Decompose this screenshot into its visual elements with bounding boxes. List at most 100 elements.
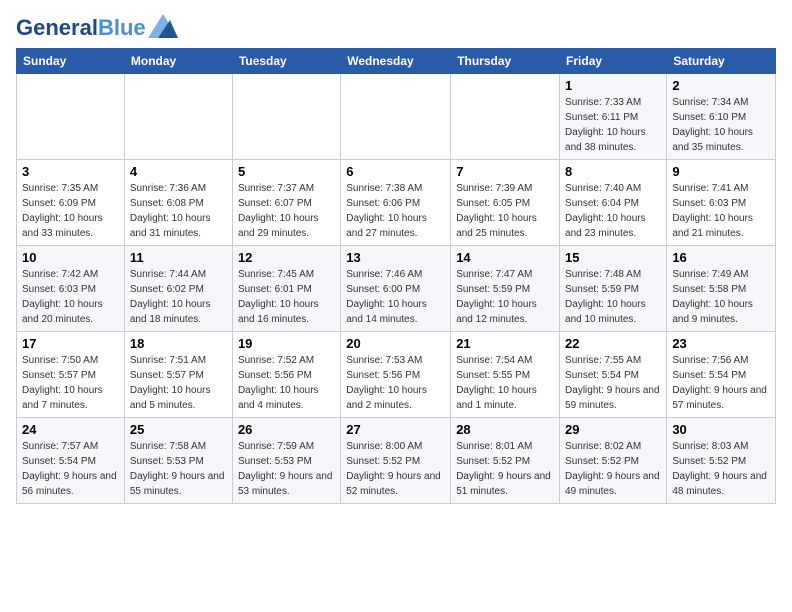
day-detail: Sunrise: 7:53 AM Sunset: 5:56 PM Dayligh… <box>346 353 445 413</box>
day-detail: Sunrise: 7:38 AM Sunset: 6:06 PM Dayligh… <box>346 181 445 241</box>
day-number: 10 <box>22 250 119 265</box>
day-detail: Sunrise: 7:56 AM Sunset: 5:54 PM Dayligh… <box>672 353 770 413</box>
logo-text: GeneralBlue <box>16 16 146 40</box>
day-number: 1 <box>565 78 661 93</box>
calendar-cell: 11 Sunrise: 7:44 AM Sunset: 6:02 PM Dayli… <box>124 246 232 332</box>
calendar-cell: 19 Sunrise: 7:52 AM Sunset: 5:56 PM Dayli… <box>232 332 340 418</box>
day-detail: Sunrise: 8:00 AM Sunset: 5:52 PM Dayligh… <box>346 439 445 499</box>
calendar-cell <box>124 74 232 160</box>
day-detail: Sunrise: 7:52 AM Sunset: 5:56 PM Dayligh… <box>238 353 335 413</box>
calendar-cell: 18 Sunrise: 7:51 AM Sunset: 5:57 PM Dayli… <box>124 332 232 418</box>
day-number: 11 <box>130 250 227 265</box>
day-detail: Sunrise: 7:49 AM Sunset: 5:58 PM Dayligh… <box>672 267 770 327</box>
day-detail: Sunrise: 7:45 AM Sunset: 6:01 PM Dayligh… <box>238 267 335 327</box>
page-header: GeneralBlue <box>16 16 776 40</box>
day-detail: Sunrise: 7:33 AM Sunset: 6:11 PM Dayligh… <box>565 95 661 155</box>
weekday-header: Sunday <box>17 49 125 74</box>
day-number: 17 <box>22 336 119 351</box>
day-detail: Sunrise: 7:35 AM Sunset: 6:09 PM Dayligh… <box>22 181 119 241</box>
day-number: 29 <box>565 422 661 437</box>
day-number: 30 <box>672 422 770 437</box>
day-detail: Sunrise: 8:03 AM Sunset: 5:52 PM Dayligh… <box>672 439 770 499</box>
calendar-cell: 17 Sunrise: 7:50 AM Sunset: 5:57 PM Dayli… <box>17 332 125 418</box>
calendar-cell: 5Sunrise: 7:37 AM Sunset: 6:07 PM Daylig… <box>232 160 340 246</box>
day-detail: Sunrise: 7:37 AM Sunset: 6:07 PM Dayligh… <box>238 181 335 241</box>
day-number: 2 <box>672 78 770 93</box>
weekday-header: Saturday <box>667 49 776 74</box>
weekday-header: Wednesday <box>341 49 451 74</box>
day-number: 18 <box>130 336 227 351</box>
weekday-header: Thursday <box>451 49 560 74</box>
day-detail: Sunrise: 7:46 AM Sunset: 6:00 PM Dayligh… <box>346 267 445 327</box>
calendar-cell <box>232 74 340 160</box>
calendar-cell: 29 Sunrise: 8:02 AM Sunset: 5:52 PM Dayli… <box>560 418 667 504</box>
calendar-cell: 8 Sunrise: 7:40 AM Sunset: 6:04 PM Daylig… <box>560 160 667 246</box>
calendar-cell <box>17 74 125 160</box>
calendar-cell: 27 Sunrise: 8:00 AM Sunset: 5:52 PM Dayli… <box>341 418 451 504</box>
calendar-week-row: 10Sunrise: 7:42 AM Sunset: 6:03 PM Dayli… <box>17 246 776 332</box>
day-detail: Sunrise: 7:44 AM Sunset: 6:02 PM Dayligh… <box>130 267 227 327</box>
day-number: 27 <box>346 422 445 437</box>
calendar-cell: 23 Sunrise: 7:56 AM Sunset: 5:54 PM Dayli… <box>667 332 776 418</box>
calendar-week-row: 3 Sunrise: 7:35 AM Sunset: 6:09 PM Daylig… <box>17 160 776 246</box>
calendar-cell: 1 Sunrise: 7:33 AM Sunset: 6:11 PM Daylig… <box>560 74 667 160</box>
day-number: 12 <box>238 250 335 265</box>
day-number: 28 <box>456 422 554 437</box>
calendar-cell <box>341 74 451 160</box>
calendar-cell: 10Sunrise: 7:42 AM Sunset: 6:03 PM Dayli… <box>17 246 125 332</box>
day-number: 16 <box>672 250 770 265</box>
weekday-header: Tuesday <box>232 49 340 74</box>
logo: GeneralBlue <box>16 16 178 40</box>
day-number: 7 <box>456 164 554 179</box>
day-number: 20 <box>346 336 445 351</box>
calendar-cell: 16 Sunrise: 7:49 AM Sunset: 5:58 PM Dayli… <box>667 246 776 332</box>
calendar-cell <box>451 74 560 160</box>
day-number: 4 <box>130 164 227 179</box>
day-detail: Sunrise: 7:58 AM Sunset: 5:53 PM Dayligh… <box>130 439 227 499</box>
calendar-cell: 9 Sunrise: 7:41 AM Sunset: 6:03 PM Daylig… <box>667 160 776 246</box>
day-detail: Sunrise: 8:02 AM Sunset: 5:52 PM Dayligh… <box>565 439 661 499</box>
day-number: 23 <box>672 336 770 351</box>
day-number: 19 <box>238 336 335 351</box>
day-number: 21 <box>456 336 554 351</box>
day-detail: Sunrise: 7:50 AM Sunset: 5:57 PM Dayligh… <box>22 353 119 413</box>
calendar-table: SundayMondayTuesdayWednesdayThursdayFrid… <box>16 48 776 504</box>
calendar-cell: 14 Sunrise: 7:47 AM Sunset: 5:59 PM Dayli… <box>451 246 560 332</box>
day-detail: Sunrise: 7:55 AM Sunset: 5:54 PM Dayligh… <box>565 353 661 413</box>
weekday-header: Monday <box>124 49 232 74</box>
calendar-cell: 24Sunrise: 7:57 AM Sunset: 5:54 PM Dayli… <box>17 418 125 504</box>
day-number: 25 <box>130 422 227 437</box>
day-number: 8 <box>565 164 661 179</box>
calendar-week-row: 24Sunrise: 7:57 AM Sunset: 5:54 PM Dayli… <box>17 418 776 504</box>
calendar-cell: 20 Sunrise: 7:53 AM Sunset: 5:56 PM Dayli… <box>341 332 451 418</box>
calendar-cell: 26Sunrise: 7:59 AM Sunset: 5:53 PM Dayli… <box>232 418 340 504</box>
day-detail: Sunrise: 7:41 AM Sunset: 6:03 PM Dayligh… <box>672 181 770 241</box>
calendar-cell: 3 Sunrise: 7:35 AM Sunset: 6:09 PM Daylig… <box>17 160 125 246</box>
day-detail: Sunrise: 7:34 AM Sunset: 6:10 PM Dayligh… <box>672 95 770 155</box>
calendar-cell: 22 Sunrise: 7:55 AM Sunset: 5:54 PM Dayli… <box>560 332 667 418</box>
calendar-cell: 30 Sunrise: 8:03 AM Sunset: 5:52 PM Dayli… <box>667 418 776 504</box>
calendar-cell: 6 Sunrise: 7:38 AM Sunset: 6:06 PM Daylig… <box>341 160 451 246</box>
day-detail: Sunrise: 7:47 AM Sunset: 5:59 PM Dayligh… <box>456 267 554 327</box>
day-number: 13 <box>346 250 445 265</box>
calendar-cell: 25 Sunrise: 7:58 AM Sunset: 5:53 PM Dayli… <box>124 418 232 504</box>
day-number: 26 <box>238 422 335 437</box>
day-number: 3 <box>22 164 119 179</box>
day-number: 6 <box>346 164 445 179</box>
day-number: 9 <box>672 164 770 179</box>
weekday-header: Friday <box>560 49 667 74</box>
day-number: 14 <box>456 250 554 265</box>
day-detail: Sunrise: 7:36 AM Sunset: 6:08 PM Dayligh… <box>130 181 227 241</box>
weekday-header-row: SundayMondayTuesdayWednesdayThursdayFrid… <box>17 49 776 74</box>
calendar-cell: 15Sunrise: 7:48 AM Sunset: 5:59 PM Dayli… <box>560 246 667 332</box>
day-detail: Sunrise: 7:40 AM Sunset: 6:04 PM Dayligh… <box>565 181 661 241</box>
day-detail: Sunrise: 7:48 AM Sunset: 5:59 PM Dayligh… <box>565 267 661 327</box>
day-number: 24 <box>22 422 119 437</box>
calendar-cell: 7Sunrise: 7:39 AM Sunset: 6:05 PM Daylig… <box>451 160 560 246</box>
calendar-cell: 2 Sunrise: 7:34 AM Sunset: 6:10 PM Daylig… <box>667 74 776 160</box>
day-detail: Sunrise: 7:54 AM Sunset: 5:55 PM Dayligh… <box>456 353 554 413</box>
calendar-week-row: 1 Sunrise: 7:33 AM Sunset: 6:11 PM Daylig… <box>17 74 776 160</box>
calendar-cell: 13 Sunrise: 7:46 AM Sunset: 6:00 PM Dayli… <box>341 246 451 332</box>
day-number: 22 <box>565 336 661 351</box>
day-detail: Sunrise: 7:51 AM Sunset: 5:57 PM Dayligh… <box>130 353 227 413</box>
